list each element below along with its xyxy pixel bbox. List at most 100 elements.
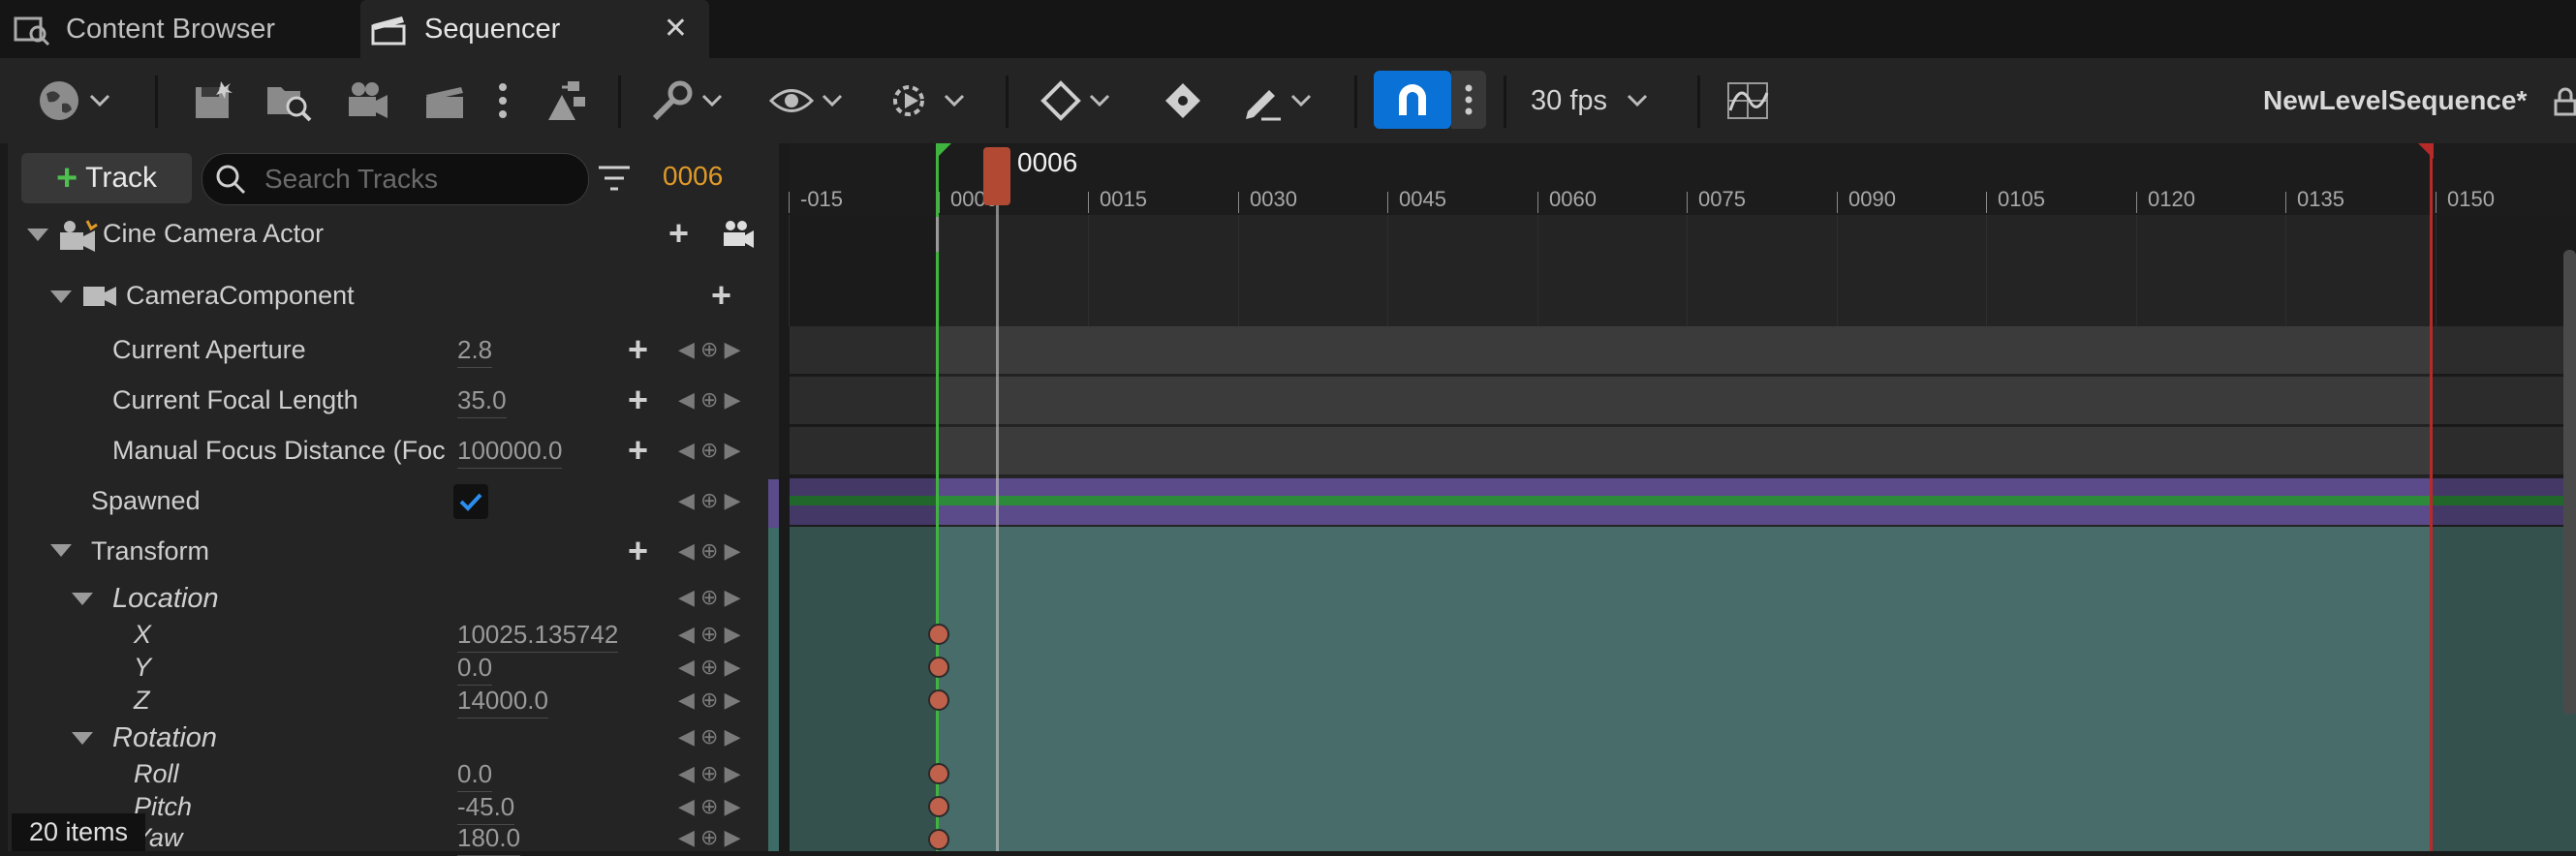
view-options-button[interactable]: [769, 58, 843, 143]
add-key-plus-icon[interactable]: +: [628, 531, 648, 571]
render-movie-button[interactable]: [422, 58, 467, 143]
playback-end-flag[interactable]: [2418, 143, 2434, 159]
add-key-plus-icon[interactable]: +: [628, 329, 648, 370]
key-navigation[interactable]: ◀ ⊕ ▶: [678, 337, 741, 362]
roll-value-field[interactable]: 0.0: [457, 759, 493, 792]
diamond-key-icon: [1040, 80, 1081, 121]
more-options-button[interactable]: [496, 58, 510, 143]
key-navigation[interactable]: ◀ ⊕ ▶: [678, 387, 741, 413]
key-navigation[interactable]: ◀ ⊕ ▶: [678, 585, 741, 610]
snap-toggle[interactable]: [1374, 71, 1451, 129]
expand-arrow-icon[interactable]: [27, 229, 48, 241]
x-value-field[interactable]: 10025.135742: [457, 620, 619, 653]
track-camera-component[interactable]: CameraComponent: [126, 281, 355, 311]
track-transform[interactable]: Transform: [91, 536, 209, 566]
key-navigation[interactable]: ◀ ⊕ ▶: [678, 724, 741, 749]
focus-distance-lane[interactable]: [790, 427, 2576, 476]
keyframe-y[interactable]: [928, 657, 949, 678]
playback-start-marker[interactable]: [936, 147, 939, 851]
frame-rate-value: 30 fps: [1531, 84, 1607, 116]
keyframe-button[interactable]: [1163, 58, 1203, 143]
pitch-value-field[interactable]: -45.0: [457, 792, 515, 825]
transform-section[interactable]: [790, 527, 2576, 851]
snap-options-button[interactable]: [1451, 71, 1486, 129]
add-plus-icon[interactable]: +: [668, 213, 689, 254]
playhead-handle[interactable]: [983, 147, 1010, 205]
ruler-tick-label: 0105: [1998, 187, 2045, 211]
key-navigation[interactable]: ◀ ⊕ ▶: [678, 438, 741, 463]
filter-button[interactable]: [597, 163, 632, 199]
playback-options-button[interactable]: [889, 58, 965, 143]
key-interpolation-button[interactable]: [1040, 58, 1110, 143]
post-playback-range-shade: [2432, 215, 2576, 851]
expand-arrow-icon[interactable]: [72, 732, 93, 745]
keyframe-roll[interactable]: [928, 763, 949, 784]
playback-start-flag[interactable]: [936, 143, 951, 159]
camera-options-icon[interactable]: [721, 219, 756, 255]
tab-content-browser[interactable]: Content Browser: [14, 0, 353, 58]
group-location[interactable]: Location: [112, 583, 219, 615]
grid-line: [939, 215, 940, 326]
edit-tool-button[interactable]: [1242, 58, 1312, 143]
ruler-tick-line: [2285, 192, 2286, 213]
keyframe-yaw[interactable]: [928, 829, 949, 850]
expand-arrow-icon[interactable]: [50, 290, 72, 303]
browse-button[interactable]: [265, 58, 314, 143]
z-value-field[interactable]: 14000.0: [457, 686, 548, 718]
spawned-checkbox[interactable]: [453, 484, 488, 519]
keyframe-z[interactable]: [928, 689, 949, 711]
search-input[interactable]: [263, 163, 576, 196]
key-navigation[interactable]: ◀ ⊕ ▶: [678, 761, 741, 786]
ruler-tick-line: [1238, 192, 1239, 213]
chevron-down-icon: [89, 94, 110, 107]
key-navigation[interactable]: ◀ ⊕ ▶: [678, 622, 741, 647]
grid-line: [1238, 215, 1239, 326]
key-navigation[interactable]: ◀ ⊕ ▶: [678, 825, 741, 850]
search-tracks-box[interactable]: [202, 153, 589, 205]
expand-arrow-icon[interactable]: [50, 544, 72, 557]
track-cine-camera-actor[interactable]: Cine Camera Actor: [103, 219, 324, 249]
channel-roll: Roll: [134, 759, 179, 788]
playback-end-marker[interactable]: [2430, 147, 2433, 851]
add-track-button[interactable]: + Track: [21, 153, 192, 203]
section-start-handle[interactable]: [936, 217, 939, 252]
group-rotation[interactable]: Rotation: [112, 722, 217, 754]
y-value-field[interactable]: 0.0: [457, 653, 493, 686]
tab-sequencer[interactable]: Sequencer ✕: [360, 0, 709, 58]
current-frame-field[interactable]: 0006: [663, 161, 723, 192]
keyframe-pitch[interactable]: [928, 796, 949, 817]
tools-menu-button[interactable]: [651, 58, 723, 143]
frame-rate-dropdown[interactable]: 30 fps: [1531, 58, 1648, 143]
key-navigation[interactable]: ◀ ⊕ ▶: [678, 538, 741, 564]
key-navigation[interactable]: ◀ ⊕ ▶: [678, 688, 741, 713]
key-navigation[interactable]: ◀ ⊕ ▶: [678, 794, 741, 819]
aperture-lane[interactable]: [790, 326, 2576, 376]
curve-editor-button[interactable]: [1726, 58, 1769, 143]
clapperboard-icon: [426, 87, 463, 118]
hierarchy-button[interactable]: [543, 58, 589, 143]
focal-length-lane[interactable]: [790, 377, 2576, 426]
add-key-plus-icon[interactable]: +: [628, 430, 648, 471]
property-spawned: Spawned: [91, 486, 201, 515]
add-key-plus-icon[interactable]: +: [628, 380, 648, 420]
keyframe-x[interactable]: [928, 624, 949, 645]
ruler-tick-label: 0015: [1100, 187, 1147, 211]
close-icon[interactable]: ✕: [664, 12, 688, 46]
focal-length-value-field[interactable]: 35.0: [457, 385, 507, 418]
key-navigation[interactable]: ◀ ⊕ ▶: [678, 655, 741, 680]
panel-splitter[interactable]: [768, 479, 779, 851]
timeline-vertical-scrollbar[interactable]: [2563, 250, 2576, 715]
vertical-dots-icon: [499, 83, 507, 118]
property-current-aperture: Current Aperture: [112, 335, 306, 364]
focus-distance-value-field[interactable]: 100000.0: [457, 436, 563, 469]
expand-arrow-icon[interactable]: [72, 593, 93, 605]
grid-line: [789, 215, 790, 326]
add-plus-icon[interactable]: +: [711, 275, 731, 316]
camera-button[interactable]: [345, 58, 391, 143]
save-button[interactable]: [192, 58, 234, 143]
world-menu-button[interactable]: [37, 58, 110, 143]
key-navigation[interactable]: ◀ ⊕ ▶: [678, 488, 741, 513]
aperture-value-field[interactable]: 2.8: [457, 335, 493, 368]
lock-icon[interactable]: [2554, 87, 2576, 121]
ruler-tick-line: [2136, 192, 2137, 213]
